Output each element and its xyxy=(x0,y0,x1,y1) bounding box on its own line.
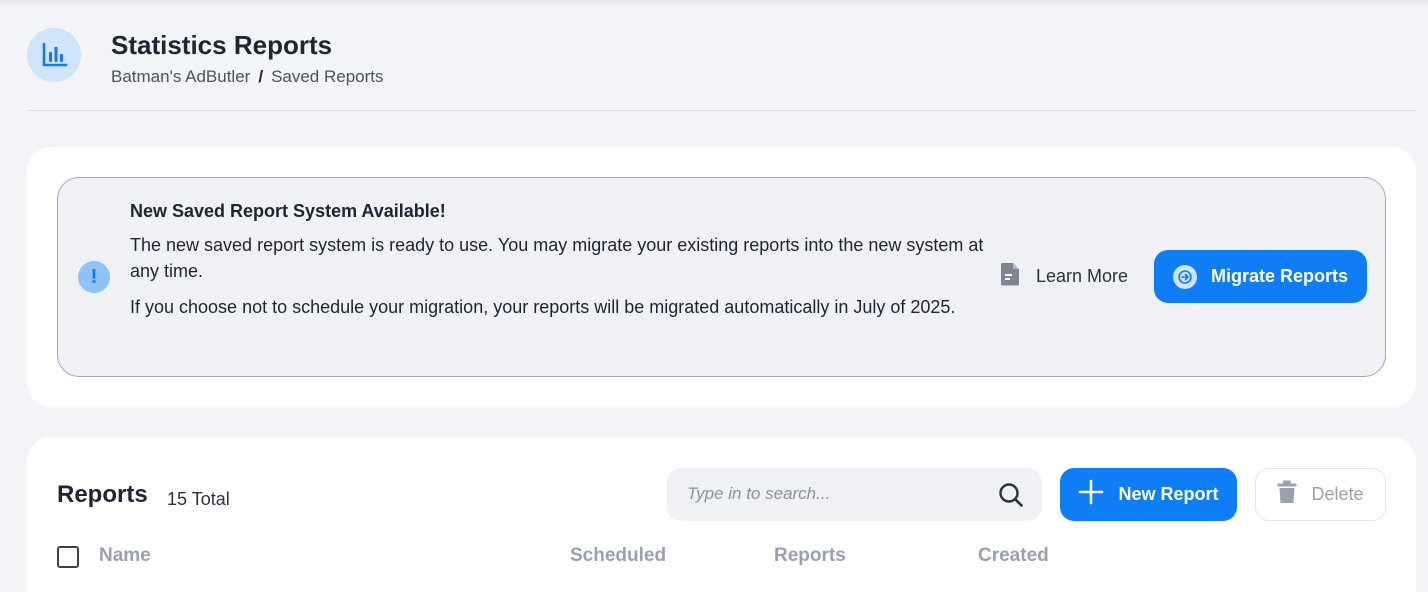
search-input[interactable] xyxy=(687,482,987,506)
trash-icon xyxy=(1277,480,1297,509)
bar-chart-icon xyxy=(27,28,81,82)
new-report-button[interactable]: New Report xyxy=(1060,468,1237,521)
migrate-reports-label: Migrate Reports xyxy=(1210,266,1349,286)
notice-card: ! New Saved Report System Available! The… xyxy=(27,147,1416,407)
delete-label: Delete xyxy=(1311,484,1364,504)
reports-card: Reports 15 Total New Report Delete xyxy=(27,437,1416,592)
notice-paragraph-1: The new saved report system is ready to … xyxy=(130,235,984,281)
learn-more-link[interactable]: Learn More xyxy=(1000,262,1128,291)
page-header: Statistics Reports Batman's AdButler / S… xyxy=(27,28,1416,111)
notice-text: New Saved Report System Available! The n… xyxy=(130,198,990,330)
search-icon[interactable] xyxy=(998,482,1024,513)
delete-button[interactable]: Delete xyxy=(1255,468,1386,521)
page-title: Statistics Reports xyxy=(111,30,333,60)
exclamation-icon: ! xyxy=(78,261,110,293)
column-header-created[interactable]: Created xyxy=(978,545,1049,567)
reports-total-count: 15 Total xyxy=(167,489,230,509)
top-shadow xyxy=(0,0,1428,6)
arrow-circle-icon xyxy=(1172,264,1197,289)
search-box xyxy=(667,468,1042,521)
document-icon xyxy=(1000,262,1020,291)
select-all-checkbox[interactable] xyxy=(57,546,79,568)
breadcrumb-separator: / xyxy=(258,67,264,86)
migration-notice: ! New Saved Report System Available! The… xyxy=(57,177,1386,377)
notice-paragraph-2: If you choose not to schedule your migra… xyxy=(130,297,956,317)
notice-title: New Saved Report System Available! xyxy=(130,201,446,221)
breadcrumb: Batman's AdButler / Saved Reports xyxy=(111,67,384,87)
column-header-reports[interactable]: Reports xyxy=(774,545,846,567)
reports-title: Reports xyxy=(57,481,148,508)
learn-more-label: Learn More xyxy=(1036,266,1129,286)
table-header: Name Scheduled Reports Created xyxy=(57,545,1386,569)
breadcrumb-item-saved-reports: Saved Reports xyxy=(271,67,384,86)
plus-icon xyxy=(1078,479,1104,510)
new-report-label: New Report xyxy=(1118,484,1219,504)
migrate-reports-button[interactable]: Migrate Reports xyxy=(1154,250,1367,303)
column-header-scheduled[interactable]: Scheduled xyxy=(570,545,666,567)
breadcrumb-item-account[interactable]: Batman's AdButler xyxy=(111,67,250,87)
column-header-name[interactable]: Name xyxy=(99,545,151,567)
